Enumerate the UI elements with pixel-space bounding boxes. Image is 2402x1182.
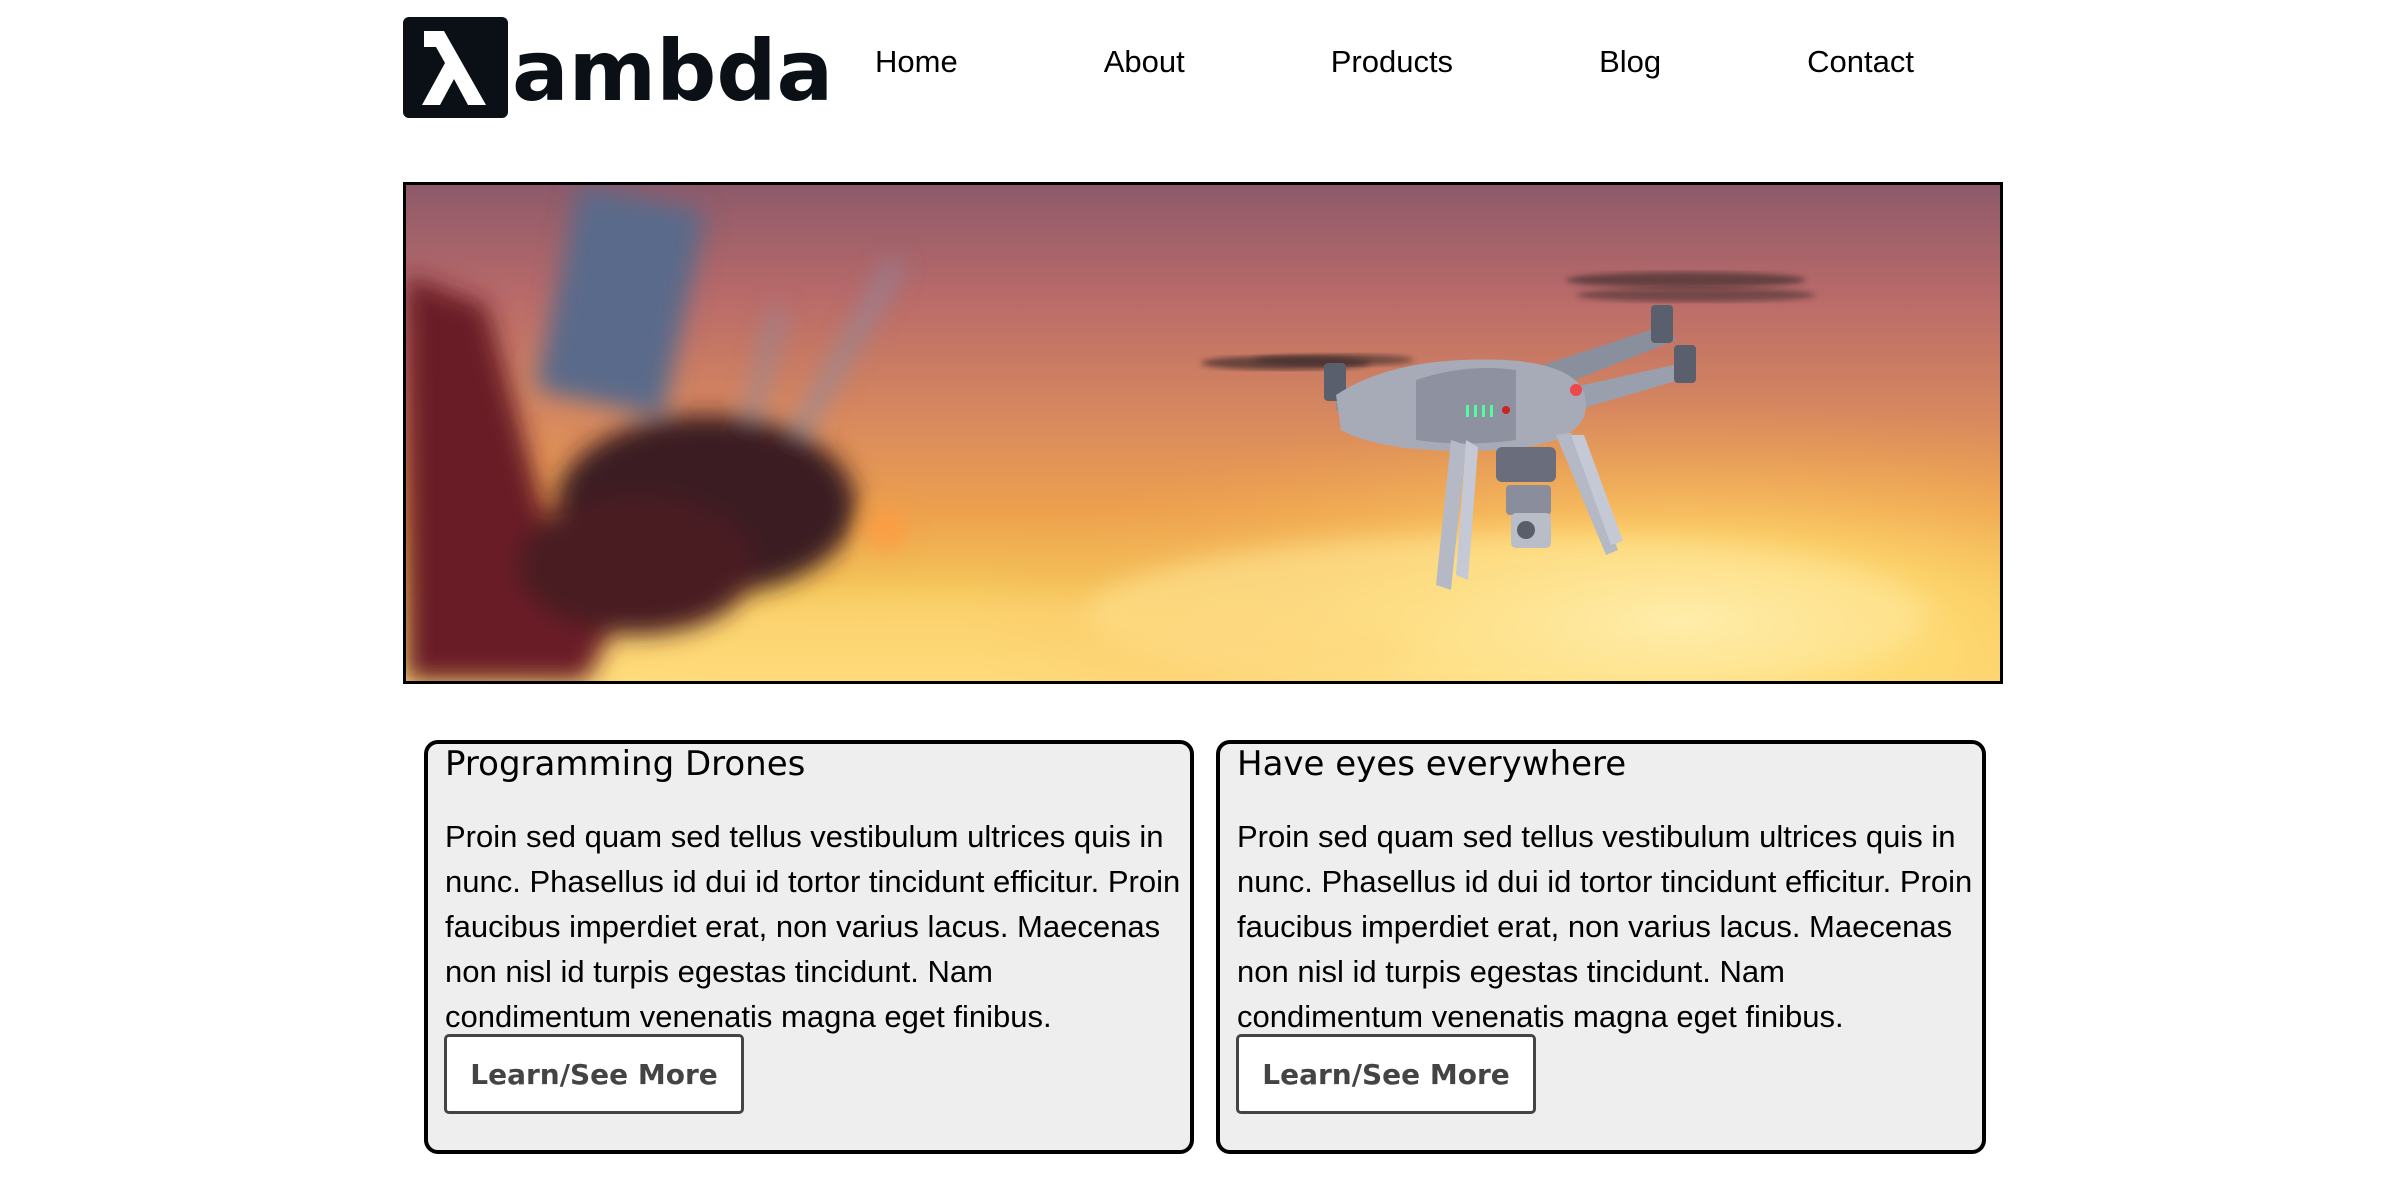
lambda-logo-mark — [403, 16, 508, 118]
learn-more-button[interactable]: Learn/See More — [444, 1034, 744, 1114]
card-body: Proin sed quam sed tellus vestibulum ult… — [445, 819, 1181, 1034]
card-title: Have eyes everywhere — [1237, 744, 1627, 784]
learn-more-button[interactable]: Learn/See More — [1236, 1034, 1536, 1114]
nav-about-link[interactable]: About — [1104, 44, 1185, 80]
logo-wordmark: ambda — [512, 22, 834, 120]
nav-home-link[interactable]: Home — [875, 44, 958, 80]
page: ambda Home About Products Blog Contact P… — [400, 0, 2008, 1154]
site-header: ambda Home About Products Blog Contact — [400, 0, 2008, 180]
main-nav: Home About Products Blog Contact — [875, 44, 1914, 80]
lambda-icon — [421, 31, 486, 105]
nav-contact-link[interactable]: Contact — [1807, 44, 1914, 80]
hero-image — [403, 182, 2003, 684]
drone-photo-illustration — [406, 185, 2000, 681]
logo[interactable]: ambda — [403, 16, 834, 120]
card-have-eyes-everywhere: Have eyes everywhere Proin sed quam sed … — [1216, 740, 1986, 1154]
card-title: Programming Drones — [445, 744, 806, 784]
nav-blog-link[interactable]: Blog — [1599, 44, 1661, 80]
card-programming-drones: Programming Drones Proin sed quam sed te… — [424, 740, 1194, 1154]
card-body: Proin sed quam sed tellus vestibulum ult… — [1237, 819, 1973, 1034]
nav-products-link[interactable]: Products — [1331, 44, 1453, 80]
